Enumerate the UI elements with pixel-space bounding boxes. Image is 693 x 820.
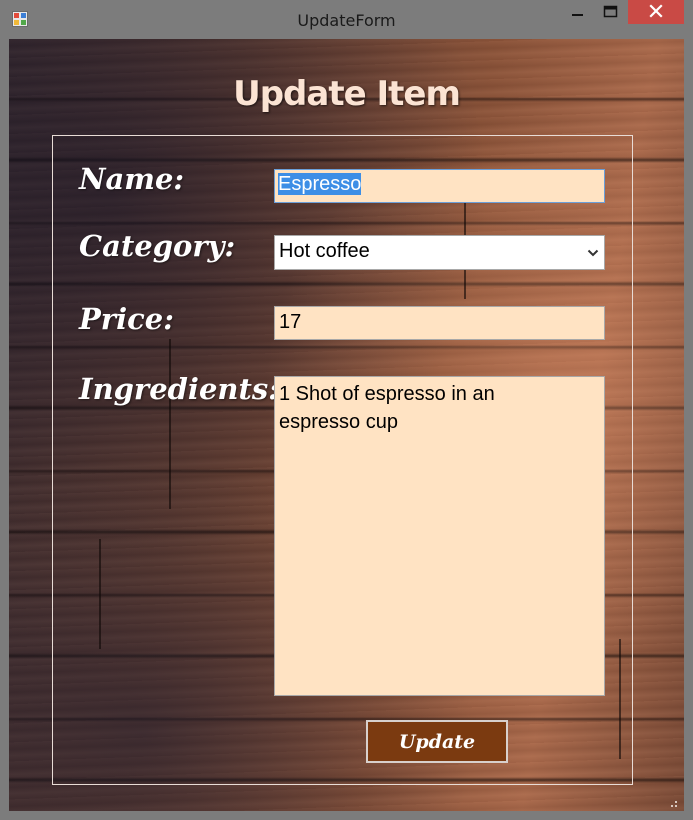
maximize-button[interactable] bbox=[598, 0, 624, 26]
name-label: Name: bbox=[79, 162, 185, 196]
page-title: Update Item bbox=[233, 74, 461, 114]
title-bar[interactable]: UpdateForm bbox=[0, 0, 693, 40]
category-select[interactable]: Hot coffee bbox=[274, 235, 605, 270]
name-input[interactable]: Espresso bbox=[274, 169, 605, 203]
form-client-area: Update Item Name: Espresso Category: Hot… bbox=[9, 39, 684, 811]
update-button[interactable]: Update bbox=[366, 720, 508, 763]
update-form-window: UpdateForm Update Item Name: Espresso Ca… bbox=[0, 0, 693, 820]
category-select-value: Hot coffee bbox=[279, 240, 370, 262]
minimize-icon bbox=[571, 4, 585, 23]
price-input-value: 17 bbox=[279, 311, 302, 333]
close-button[interactable] bbox=[628, 0, 684, 24]
chevron-down-icon[interactable] bbox=[584, 243, 601, 262]
minimize-button[interactable] bbox=[565, 0, 591, 26]
ingredients-label: Ingredients: bbox=[79, 372, 279, 406]
name-input-value: Espresso bbox=[278, 173, 362, 195]
category-label: Category: bbox=[79, 229, 236, 263]
resize-grip-icon[interactable] bbox=[666, 793, 678, 807]
price-input[interactable]: 17 bbox=[274, 306, 605, 340]
ingredients-textarea[interactable]: 1 Shot of espresso in an espresso cup bbox=[274, 376, 605, 696]
price-label: Price: bbox=[79, 302, 174, 336]
maximize-icon bbox=[603, 4, 619, 23]
update-button-label: Update bbox=[398, 730, 476, 753]
close-icon bbox=[649, 3, 663, 22]
